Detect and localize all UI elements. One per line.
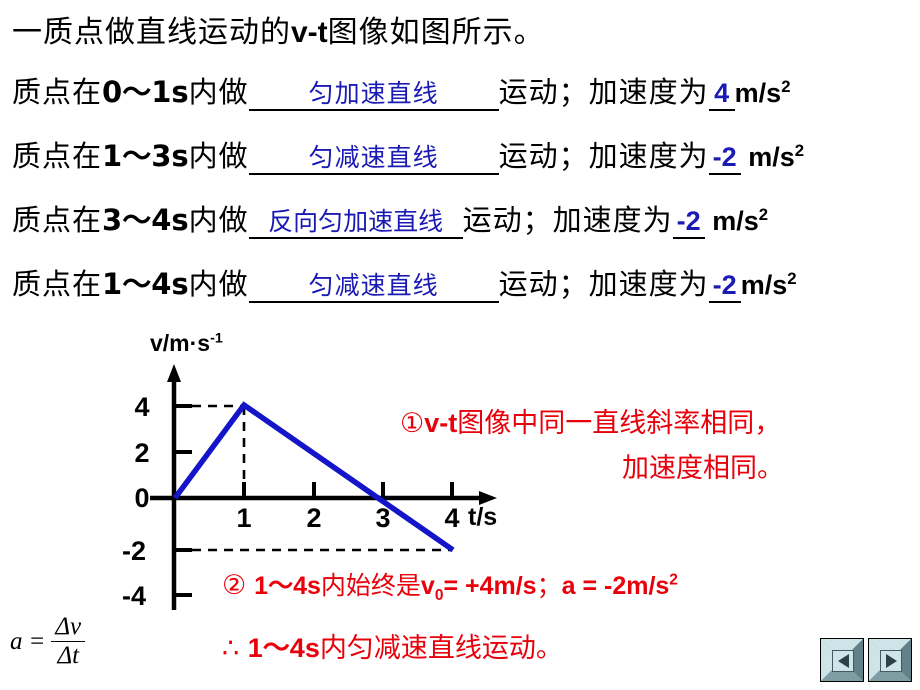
- annotation-2-v0: v0: [420, 572, 444, 604]
- triangle-left-icon: [837, 654, 849, 668]
- x-tick-label-4: 4: [444, 503, 460, 533]
- annotation-note-2: ② 1～4s内始终是v0= +4m/s；a = -2m/s2: [222, 570, 678, 604]
- annotation-2-eq2: a = -2m/s2: [561, 571, 678, 600]
- y-axis-label: v/m·s-1: [150, 330, 223, 356]
- next-button-inner: [880, 650, 902, 672]
- q2-range: 1～3s: [102, 139, 189, 173]
- page-title: 一质点做直线运动的v-t图像如图所示。: [12, 18, 545, 48]
- question-row-2: 质点在1～3s内做 匀减速直线 运动；加速度为 -2 m/s2: [12, 142, 804, 175]
- q4-mid: 内做: [188, 267, 249, 301]
- formula-denominator: Δt: [57, 642, 80, 670]
- annotation-3-therefore: ∴: [222, 633, 240, 664]
- formula-fraction: Δv Δt: [51, 613, 86, 670]
- q3-answer-blank[interactable]: 反向匀加速直线: [248, 209, 463, 239]
- title-prefix: 一质点做直线运动的: [12, 15, 291, 50]
- question-row-3: 质点在3～4s内做 反向匀加速直线 运动；加速度为 -2 m/s2: [12, 206, 768, 239]
- annotation-note-1-line-2: 加速度相同。: [622, 453, 784, 484]
- q4-lead: 质点在: [12, 267, 103, 301]
- annotation-2-text: 内始终是: [320, 571, 421, 600]
- annotation-note-1-line-1: ①v-t图像中同一直线斜率相同，: [400, 408, 782, 439]
- q4-range: 1～4s: [102, 267, 189, 301]
- q3-tail: 运动；加速度为: [462, 203, 673, 237]
- q2-unit: m/s2: [748, 141, 805, 172]
- q2-lead: 质点在: [12, 139, 103, 173]
- q3-mid: 内做: [188, 203, 249, 237]
- y-tick-label-2: 2: [134, 438, 150, 468]
- annotation-2-semicolon: ；: [536, 571, 562, 600]
- q4-answer-blank[interactable]: 匀减速直线: [248, 273, 499, 303]
- triangle-right-icon: [885, 654, 897, 668]
- annotation-1-vt: v-t: [424, 408, 458, 438]
- next-slide-button[interactable]: [868, 638, 912, 682]
- q2-mid: 内做: [188, 139, 249, 173]
- q3-accel-value[interactable]: -2: [672, 208, 705, 239]
- y-tick-label-m2: -2: [121, 536, 146, 566]
- annotation-1-marker: ①: [400, 408, 425, 439]
- q1-answer-blank[interactable]: 匀加速直线: [248, 81, 499, 111]
- q1-unit: m/s2: [734, 77, 791, 108]
- q4-tail: 运动；加速度为: [498, 267, 709, 301]
- prev-button-inner: [832, 650, 854, 672]
- x-tick-label-3: 3: [375, 503, 391, 533]
- x-tick-label-2: 2: [306, 503, 322, 533]
- q1-accel-value[interactable]: 4: [708, 80, 735, 111]
- formula-lhs: a: [10, 627, 23, 655]
- annotation-2-marker: ②: [222, 570, 247, 601]
- q2-tail: 运动；加速度为: [498, 139, 709, 173]
- annotation-note-3: ∴ 1～4s内匀减速直线运动。: [222, 633, 563, 664]
- y-tick-label-m4: -4: [121, 581, 146, 611]
- q2-answer-blank[interactable]: 匀减速直线: [248, 145, 499, 175]
- prev-slide-button[interactable]: [820, 638, 864, 682]
- y-axis-arrow: [167, 364, 181, 382]
- x-tick-label-1: 1: [236, 503, 252, 533]
- annotation-1-text: 图像中同一直线斜率相同，: [457, 408, 782, 439]
- q3-lead: 质点在: [12, 203, 103, 237]
- q3-unit: m/s2: [712, 205, 769, 236]
- q3-range: 3～4s: [102, 203, 189, 237]
- annotation-2-eq1: = +4m/s: [443, 572, 537, 600]
- y-tick-label-0: 0: [134, 483, 150, 513]
- q1-range: 0～1s: [102, 75, 189, 109]
- q4-accel-value[interactable]: -2: [708, 272, 741, 303]
- y-tick-label-4: 4: [134, 392, 150, 422]
- q4-unit: m/s2: [740, 269, 797, 300]
- slide-canvas: 一质点做直线运动的v-t图像如图所示。 质点在0～1s内做 匀加速直线 运动；加速度…: [0, 0, 920, 690]
- annotation-3-text: 内匀减速直线运动。: [319, 633, 563, 664]
- q1-tail: 运动；加速度为: [498, 75, 709, 109]
- question-row-4: 质点在1～4s内做 匀减速直线 运动；加速度为 -2 m/s2: [12, 270, 797, 303]
- q2-accel-value[interactable]: -2: [708, 144, 741, 175]
- q1-mid: 内做: [188, 75, 249, 109]
- title-suffix: 图像如图所示。: [327, 15, 545, 50]
- x-axis-label: t/s: [468, 503, 498, 531]
- title-vt: v-t: [291, 16, 328, 49]
- annotation-3-range: 1～4s: [247, 633, 320, 663]
- formula-equals: =: [28, 627, 46, 655]
- q1-lead: 质点在: [12, 75, 103, 109]
- navigation-buttons: [820, 638, 912, 682]
- question-row-1: 质点在0～1s内做 匀加速直线 运动；加速度为 4 m/s2: [12, 78, 791, 111]
- formula-numerator: Δv: [51, 613, 86, 643]
- acceleration-formula: a = Δv Δt: [10, 613, 86, 670]
- annotation-2-range: 1～4s: [254, 572, 321, 600]
